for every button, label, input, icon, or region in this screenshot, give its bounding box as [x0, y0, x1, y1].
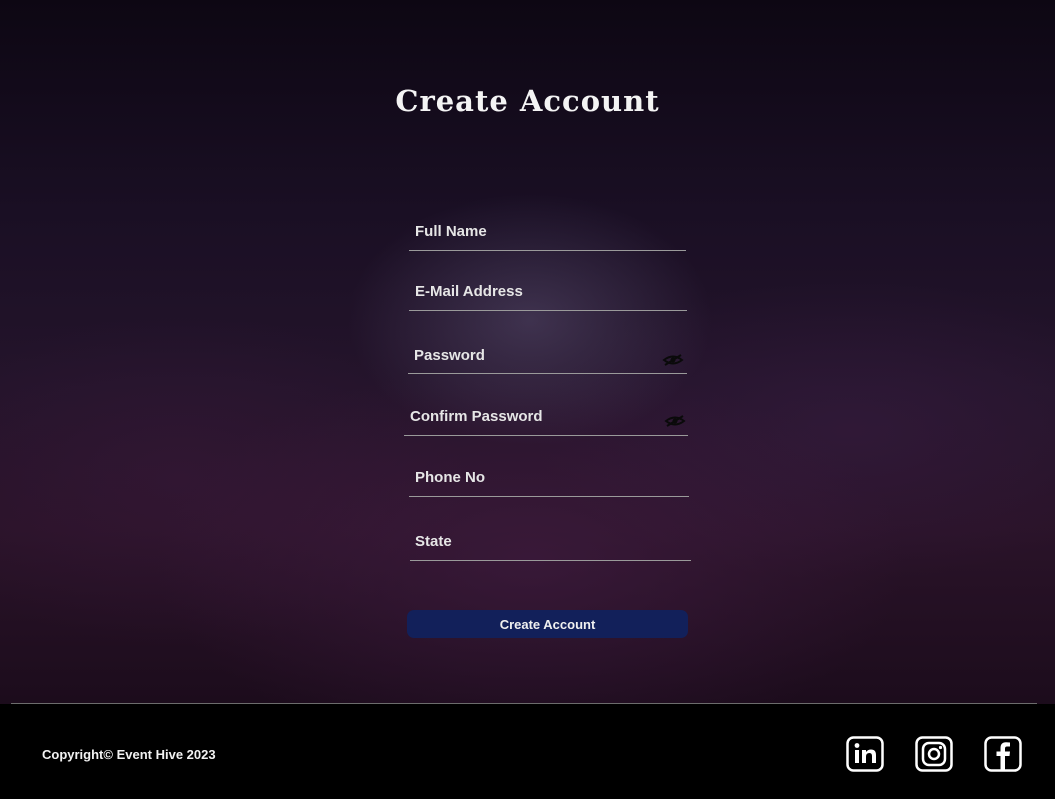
password-field[interactable]: Password: [408, 347, 687, 375]
linkedin-icon[interactable]: [846, 736, 884, 772]
create-account-button[interactable]: Create Account: [407, 610, 688, 638]
password-label: Password: [414, 347, 485, 364]
email-label: E-Mail Address: [415, 283, 523, 300]
instagram-icon[interactable]: [915, 736, 953, 772]
field-underline: [408, 373, 687, 374]
state-label: State: [415, 533, 452, 550]
footer-divider: [11, 703, 1037, 704]
full-name-label: Full Name: [415, 223, 487, 240]
page-title: Create Account: [395, 84, 660, 118]
field-underline: [404, 435, 688, 436]
phone-label: Phone No: [415, 469, 485, 486]
email-field[interactable]: E-Mail Address: [409, 283, 687, 311]
eye-slash-icon[interactable]: [664, 415, 686, 427]
confirm-password-label: Confirm Password: [410, 408, 543, 425]
confirm-password-field[interactable]: Confirm Password: [404, 408, 688, 436]
field-underline: [410, 560, 691, 561]
phone-field[interactable]: Phone No: [409, 469, 689, 497]
full-name-field[interactable]: Full Name: [409, 223, 686, 251]
eye-slash-icon[interactable]: [662, 354, 684, 366]
copyright-text: Copyright© Event Hive 2023: [42, 747, 216, 762]
field-underline: [409, 496, 689, 497]
field-underline: [409, 250, 686, 251]
facebook-icon[interactable]: [984, 736, 1022, 772]
field-underline: [409, 310, 687, 311]
state-field[interactable]: State: [410, 533, 691, 561]
